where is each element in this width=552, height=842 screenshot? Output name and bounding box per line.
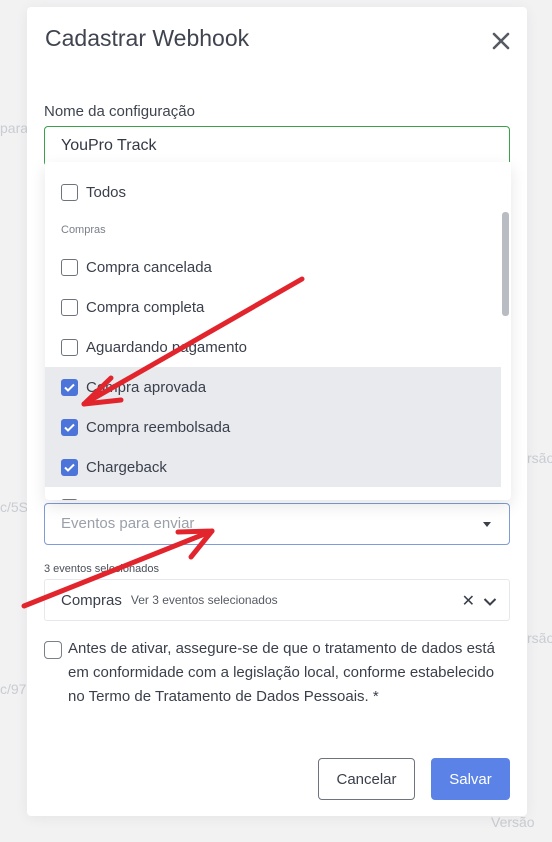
check-icon [64, 383, 75, 392]
chevron-down-icon[interactable] [483, 594, 497, 612]
option-compra-cancelada[interactable]: Compra cancelada [45, 247, 501, 287]
option-compra-reembolsada[interactable]: Compra reembolsada [45, 407, 501, 447]
webhook-modal: Cadastrar Webhook Nome da configuração Y… [27, 7, 527, 816]
selected-group-row[interactable]: Compras Ver 3 eventos selecionados ✕ [44, 579, 510, 621]
events-placeholder: Eventos para enviar [61, 515, 195, 532]
checkbox[interactable] [61, 298, 78, 316]
modal-title: Cadastrar Webhook [45, 25, 250, 51]
option-aguardando-pagamento[interactable]: Aguardando pagamento [45, 327, 501, 367]
name-input[interactable]: YouPro Track [44, 126, 510, 166]
option-todos[interactable]: Todos [45, 172, 501, 212]
selected-group-name: Compras [61, 591, 122, 609]
option-label: Chargeback [86, 458, 167, 476]
check-icon [64, 423, 75, 432]
scrollbar-thumb[interactable] [502, 212, 509, 316]
cancel-button[interactable]: Cancelar [318, 758, 415, 800]
option-label: Compra reembolsada [86, 418, 231, 436]
clear-icon[interactable]: ✕ [462, 591, 475, 611]
view-selected-link[interactable]: Ver 3 eventos selecionados [131, 593, 278, 607]
option-partial[interactable] [45, 487, 501, 500]
check-icon [64, 463, 75, 472]
option-label: Compra completa [86, 298, 205, 316]
save-button[interactable]: Salvar [431, 758, 510, 800]
dropdown-scrollbar[interactable] [501, 162, 511, 500]
background-text: c/5S [0, 499, 29, 515]
checkbox-checked[interactable] [61, 458, 78, 476]
selected-count: 3 eventos selecionados [44, 563, 159, 575]
option-label: Aguardando pagamento [86, 338, 247, 356]
option-label: Compra cancelada [86, 258, 212, 276]
close-button[interactable] [489, 29, 513, 53]
name-label: Nome da configuração [44, 103, 195, 120]
dropdown-group-label: Compras [61, 224, 106, 236]
checkbox[interactable] [61, 338, 78, 356]
events-select[interactable]: Eventos para enviar [44, 503, 510, 545]
option-compra-completa[interactable]: Compra completa [45, 287, 501, 327]
checkbox[interactable] [61, 183, 78, 201]
option-label: Todos [86, 183, 127, 201]
checkbox-checked[interactable] [61, 418, 78, 436]
background-text: para [0, 120, 29, 136]
background-text: Versão [491, 814, 535, 830]
option-chargeback[interactable]: Chargeback [45, 447, 501, 487]
consent-checkbox[interactable] [44, 641, 62, 659]
caret-down-icon [483, 522, 491, 527]
events-dropdown-list: Todos Compras Compra cancelada Compra co… [45, 162, 511, 500]
background-text: rsão [527, 630, 552, 646]
option-compra-aprovada[interactable]: Compra aprovada [45, 367, 501, 407]
checkbox-checked[interactable] [61, 378, 78, 396]
checkbox[interactable] [61, 258, 78, 276]
consent-text: Antes de ativar, assegure-se de que o tr… [68, 640, 495, 705]
background-text: rsão [527, 450, 552, 466]
option-label: Compra aprovada [86, 378, 207, 396]
close-icon [492, 32, 510, 50]
background-text: c/97 [0, 681, 27, 697]
checkbox[interactable] [61, 498, 78, 500]
